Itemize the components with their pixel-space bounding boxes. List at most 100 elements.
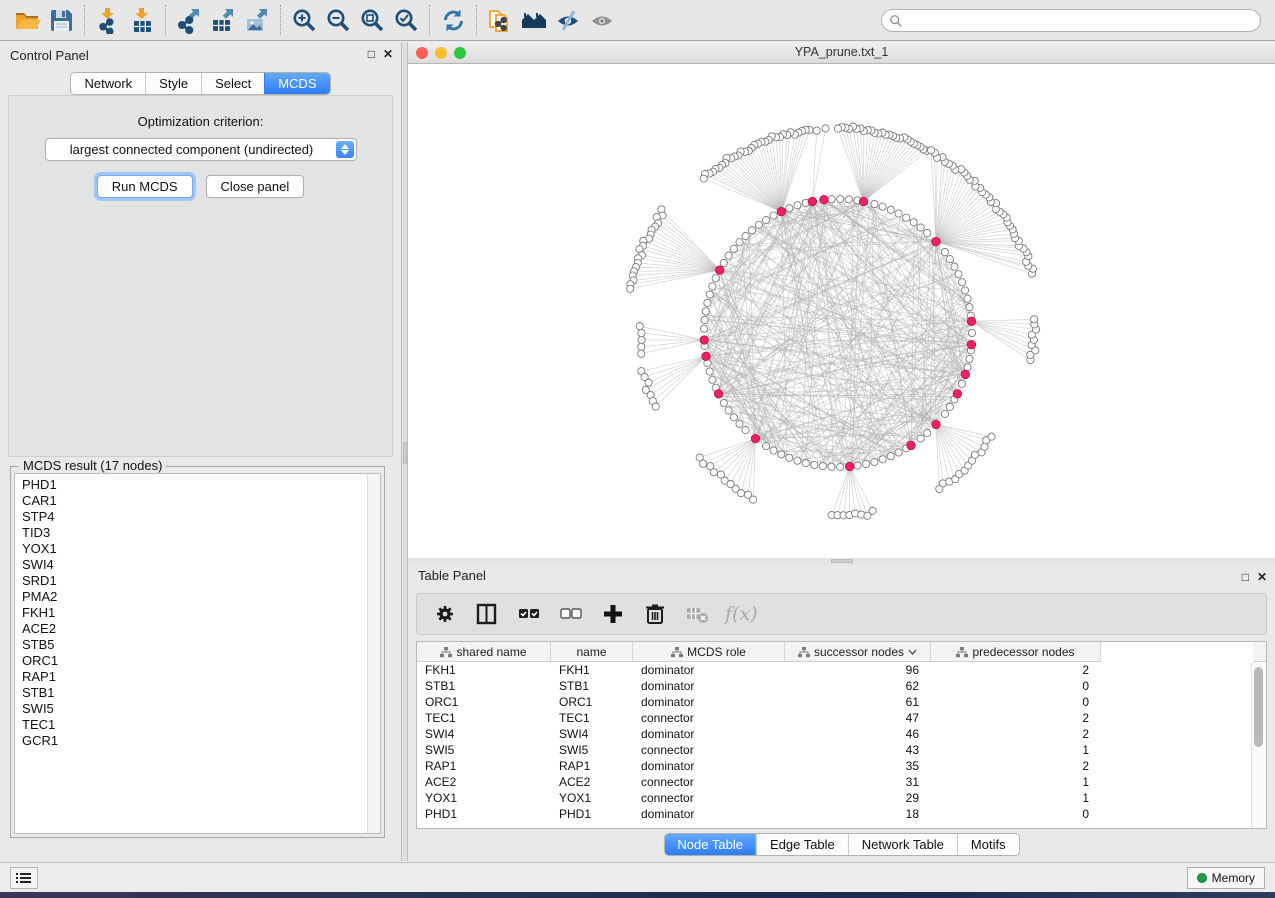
export-table-icon[interactable] [206, 4, 240, 36]
mcds-result-item[interactable]: RAP1 [22, 669, 380, 685]
table-row[interactable]: RAP1RAP1dominator352 [417, 758, 1266, 774]
table-row[interactable]: FKH1FKH1dominator962 [417, 662, 1266, 678]
zoom-out-icon[interactable] [321, 4, 355, 36]
table-cell: FKH1 [417, 662, 551, 678]
mcds-result-item[interactable]: PMA2 [22, 589, 380, 605]
table-scrollbar[interactable] [1251, 663, 1266, 828]
table-row[interactable]: ACE2ACE2connector311 [417, 774, 1266, 790]
horizontal-splitter[interactable] [408, 558, 1275, 565]
export-network-icon[interactable] [172, 4, 206, 36]
add-row-icon[interactable] [599, 600, 627, 628]
mcds-result-item[interactable]: SWI5 [22, 701, 380, 717]
desktop: Control Panel □ ✕ NetworkStyleSelectMCDS… [0, 0, 1275, 898]
table-cell: SWI5 [551, 742, 633, 758]
network-titlebar: YPA_prune.txt_1 [408, 42, 1275, 64]
mcds-result-item[interactable]: CAR1 [22, 493, 380, 509]
table-row[interactable]: SWI5SWI5connector431 [417, 742, 1266, 758]
tab-style[interactable]: Style [145, 73, 201, 94]
export-image-icon[interactable] [240, 4, 274, 36]
tab-motifs[interactable]: Motifs [957, 834, 1019, 855]
mcds-result-item[interactable]: ORC1 [22, 653, 380, 669]
import-network-icon[interactable] [91, 4, 125, 36]
table-row[interactable]: YOX1YOX1connector291 [417, 790, 1266, 806]
documents-share-icon[interactable] [483, 4, 517, 36]
tab-network[interactable]: Network [71, 73, 145, 94]
columns-icon[interactable] [473, 600, 501, 628]
mcds-result-item[interactable]: YOX1 [22, 541, 380, 557]
table-cell [1101, 774, 1253, 790]
minimize-window-icon[interactable] [435, 47, 447, 59]
table-scrollbar-thumb[interactable] [1254, 667, 1263, 747]
table-row[interactable]: TEC1TEC1connector472 [417, 710, 1266, 726]
search-input[interactable] [903, 14, 1260, 28]
table-cell [1101, 806, 1253, 822]
vertical-splitter-handle[interactable] [403, 442, 407, 464]
tab-node-table[interactable]: Node Table [664, 834, 756, 855]
float-table-panel-button[interactable]: □ [1242, 571, 1249, 583]
mcds-result-item[interactable]: ACE2 [22, 621, 380, 637]
zoom-in-icon[interactable] [287, 4, 321, 36]
mcds-result-item[interactable]: STB1 [22, 685, 380, 701]
close-panel-button[interactable]: ✕ [383, 48, 393, 60]
close-table-panel-button[interactable]: ✕ [1257, 571, 1267, 583]
close-window-icon[interactable] [416, 47, 428, 59]
tab-select[interactable]: Select [201, 73, 264, 94]
memory-button[interactable]: Memory [1187, 867, 1265, 889]
vertical-splitter[interactable] [401, 42, 408, 861]
run-mcds-button[interactable]: Run MCDS [97, 175, 193, 198]
settings-gear-icon[interactable] [431, 600, 459, 628]
mcds-result-item[interactable]: STP4 [22, 509, 380, 525]
maximize-window-icon[interactable] [454, 47, 466, 59]
horizontal-splitter-handle[interactable] [831, 559, 853, 563]
close-panel-button-mcds[interactable]: Close panel [206, 175, 305, 198]
column-header-shared-name[interactable]: shared name [417, 642, 551, 662]
table-cell [1101, 726, 1253, 742]
houses-icon[interactable] [517, 4, 551, 36]
zoom-fit-icon[interactable] [355, 4, 389, 36]
tab-mcds[interactable]: MCDS [264, 73, 329, 94]
column-header-predecessor-nodes[interactable]: predecessor nodes [931, 642, 1101, 662]
mcds-result-item[interactable]: PHD1 [22, 477, 380, 493]
task-history-button[interactable] [10, 867, 38, 889]
mcds-result-list: PHD1CAR1STP4TID3YOX1SWI4SRD1PMA2FKH1ACE2… [14, 473, 381, 834]
mcds-result-item[interactable]: SWI4 [22, 557, 380, 573]
column-header-name[interactable]: name [551, 642, 633, 662]
network-canvas[interactable] [408, 64, 1275, 558]
refresh-icon[interactable] [436, 4, 470, 36]
mcds-result-item[interactable]: TID3 [22, 525, 380, 541]
optimization-criterion-label: Optimization criterion: [9, 114, 392, 129]
table-row[interactable]: SWI4SWI4dominator462 [417, 726, 1266, 742]
table-cell: 43 [785, 742, 931, 758]
network-title: YPA_prune.txt_1 [408, 42, 1275, 63]
zoom-selected-icon[interactable] [389, 4, 423, 36]
tab-edge-table[interactable]: Edge Table [756, 834, 848, 855]
table-cell [1101, 758, 1253, 774]
table-cell: PHD1 [551, 806, 633, 822]
eye-slash-icon[interactable] [551, 4, 585, 36]
mcds-list-scrollbar[interactable] [367, 474, 380, 833]
float-panel-button[interactable]: □ [368, 48, 375, 60]
tab-network-table[interactable]: Network Table [848, 834, 957, 855]
mcds-result-item[interactable]: TEC1 [22, 717, 380, 733]
mcds-result-item[interactable]: GCR1 [22, 733, 380, 749]
select-all-icon[interactable] [515, 600, 543, 628]
control-panel-title: Control Panel [10, 48, 89, 63]
function-builder-icon[interactable]: f(x) [725, 603, 758, 625]
column-header-successor-nodes[interactable]: successor nodes [785, 642, 931, 662]
table-row[interactable]: STB1STB1dominator620 [417, 678, 1266, 694]
mcds-result-item[interactable]: SRD1 [22, 573, 380, 589]
mcds-result-item[interactable]: STB5 [22, 637, 380, 653]
import-table-icon[interactable] [125, 4, 159, 36]
mcds-result-item[interactable]: FKH1 [22, 605, 380, 621]
table-cell: dominator [633, 758, 785, 774]
table-cell: TEC1 [551, 710, 633, 726]
deselect-all-icon[interactable] [557, 600, 585, 628]
table-cell: 96 [785, 662, 931, 678]
column-header-MCDS-role[interactable]: MCDS role [633, 642, 785, 662]
open-folder-icon[interactable] [10, 4, 44, 36]
save-icon[interactable] [44, 4, 78, 36]
delete-row-icon[interactable] [641, 600, 669, 628]
table-row[interactable]: ORC1ORC1dominator610 [417, 694, 1266, 710]
optimization-criterion-select[interactable]: largest connected component (undirected) [45, 138, 357, 161]
table-row[interactable]: PHD1PHD1dominator180 [417, 806, 1266, 822]
